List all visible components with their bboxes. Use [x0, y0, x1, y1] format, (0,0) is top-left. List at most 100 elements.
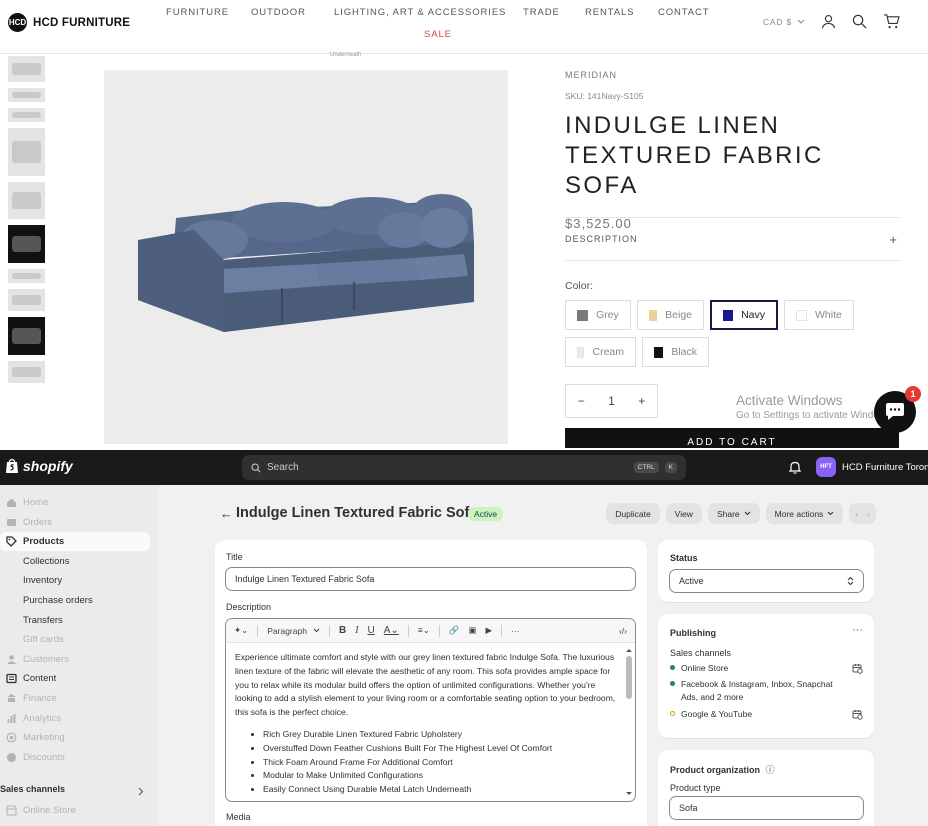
currency-selector[interactable]: CAD $ [763, 17, 805, 27]
sidebar-item-analytics[interactable]: Analytics [0, 709, 150, 728]
image-icon[interactable]: ▣ [469, 625, 477, 636]
sidebar-item-label: Customers [23, 653, 69, 665]
store-logo[interactable]: HCD HCD FURNITURE [8, 13, 130, 32]
store-switcher[interactable]: HFT HCD Furniture Toronto [816, 457, 928, 477]
notification-bell-icon[interactable] [789, 461, 801, 474]
back-arrow-icon[interactable]: ← [220, 506, 233, 521]
sidebar-item-content[interactable]: Content [0, 669, 150, 688]
status-select[interactable]: Active [669, 569, 864, 593]
qty-increase-button[interactable]: + [638, 394, 645, 408]
color-swatch-beige[interactable]: Beige [637, 300, 704, 330]
nav-sale[interactable]: SALE [424, 29, 452, 40]
chevron-right-icon[interactable] [138, 787, 144, 796]
nav-lighting[interactable]: LIGHTING, ART & ACCESSORIES [334, 7, 506, 18]
publishing-card: Publishing ··· Sales channels Online Sto… [658, 614, 874, 738]
duplicate-button[interactable]: Duplicate [606, 503, 660, 524]
sidebar-item-finance[interactable]: Finance [0, 689, 150, 708]
bold-icon[interactable]: B [339, 625, 346, 636]
search-icon[interactable] [852, 14, 867, 29]
text-color-icon[interactable]: A⌄ [384, 625, 399, 636]
qty-value[interactable]: 1 [608, 394, 615, 408]
sidebar-item-discounts[interactable]: Discounts [0, 748, 150, 767]
product-image[interactable] [104, 70, 508, 444]
thumbnail[interactable] [8, 128, 45, 176]
magic-icon[interactable]: ✦⌄ [234, 625, 248, 636]
page-header: ← Indulge Linen Textured Fabric Sofa Act… [220, 503, 876, 527]
thumbnail[interactable] [8, 225, 45, 263]
thumbnail[interactable] [8, 88, 45, 102]
sales-channels-label[interactable]: Sales channels [0, 784, 65, 794]
link-icon[interactable]: 🔗 [449, 625, 460, 636]
thumbnail[interactable] [8, 269, 45, 283]
sidebar-item-label: Discounts [23, 751, 65, 763]
nav-contact[interactable]: CONTACT [658, 7, 710, 18]
status-card: Status Active [658, 540, 874, 602]
product-type-input[interactable]: Sofa [669, 796, 864, 820]
product-vendor[interactable]: MERIDIAN [565, 70, 900, 80]
shopify-admin-window: shopify Search CTRL K HFT HCD Furniture … [0, 450, 928, 826]
scrollbar-thumb[interactable] [626, 656, 632, 699]
nav-rentals[interactable]: RENTALS [585, 7, 634, 18]
sidebar-item-inventory[interactable]: Inventory [0, 571, 150, 590]
color-swatch-white[interactable]: White [784, 300, 854, 330]
title-input[interactable]: Indulge Linen Textured Fabric Sofa [225, 567, 636, 591]
underline-icon[interactable]: U [368, 625, 375, 636]
sidebar-item-purchase-orders[interactable]: Purchase orders [0, 591, 150, 610]
view-button[interactable]: View [665, 503, 702, 524]
qty-decrease-button[interactable]: − [578, 394, 585, 408]
description-accordion[interactable]: DESCRIPTION + [565, 217, 900, 261]
more-icon[interactable]: ··· [852, 624, 863, 636]
description-paragraph: Experience ultimate comfort and style wi… [235, 652, 616, 718]
paragraph-select[interactable]: Paragraph [267, 626, 320, 636]
video-icon[interactable]: ▶ [486, 625, 493, 636]
more-actions-button[interactable]: More actions [765, 503, 844, 524]
share-button[interactable]: Share [707, 503, 760, 524]
code-view-icon[interactable]: ‹/› [619, 626, 627, 636]
info-icon[interactable]: ⓘ [766, 765, 775, 775]
chevron-right-icon[interactable]: › [867, 509, 870, 519]
sales-channel-row[interactable]: Facebook & Instagram, Inbox, Snapchat Ad… [670, 678, 840, 704]
align-icon[interactable]: ≡⌄ [418, 625, 430, 636]
chevron-left-icon[interactable]: ‹ [855, 509, 858, 519]
color-swatch-navy[interactable]: Navy [710, 300, 778, 330]
sidebar-item-products[interactable]: Products [0, 532, 150, 552]
sidebar-item-customers[interactable]: Customers [0, 650, 150, 669]
color-chip [577, 309, 588, 321]
sidebar-item-transfers[interactable]: Transfers [0, 611, 150, 630]
nav-trade[interactable]: TRADE [523, 7, 560, 18]
thumbnail[interactable] [8, 108, 45, 122]
channel-name: Facebook & Instagram, Inbox, Snapchat Ad… [681, 679, 833, 702]
nav-furniture[interactable]: FURNITURE [166, 7, 229, 18]
nav-outdoor[interactable]: OUTDOOR [251, 7, 306, 18]
sidebar-item-home[interactable]: Home [0, 493, 150, 512]
account-icon[interactable] [821, 14, 836, 29]
content-icon [6, 673, 17, 684]
thumbnail[interactable] [8, 182, 45, 219]
thumbnail[interactable] [8, 361, 45, 383]
italic-icon[interactable]: I [355, 625, 358, 636]
color-swatch-black[interactable]: Black [642, 337, 709, 367]
sales-channel-row[interactable]: Online Store [670, 662, 840, 675]
logo-mark: HCD [8, 13, 27, 32]
sales-channel-row[interactable]: Google & YouTube [670, 708, 840, 721]
sidebar-item-gift-cards[interactable]: Gift cards [0, 630, 150, 649]
schedule-icon[interactable] [852, 707, 863, 725]
editor-scrollbar[interactable] [625, 647, 633, 797]
cart-icon[interactable] [883, 14, 900, 29]
schedule-icon[interactable] [852, 661, 863, 679]
sidebar-item-online-store[interactable]: Online Store [0, 801, 150, 820]
sidebar-item-marketing[interactable]: Marketing [0, 728, 150, 747]
color-swatch-cream[interactable]: Cream [565, 337, 636, 367]
shopify-logo[interactable]: shopify [5, 458, 73, 474]
admin-search[interactable]: Search CTRL K [242, 455, 686, 480]
sidebar-item-orders[interactable]: Orders [0, 513, 150, 532]
editor-content[interactable]: Experience ultimate comfort and style wi… [226, 643, 635, 797]
thumbnail[interactable] [8, 317, 45, 355]
thumbnail[interactable] [8, 56, 45, 82]
more-formatting-icon[interactable]: ··· [511, 626, 520, 636]
color-swatch-grey[interactable]: Grey [565, 300, 631, 330]
channel-status-dot [670, 711, 675, 716]
add-to-cart-button[interactable]: ADD TO CART [565, 428, 899, 448]
thumbnail[interactable] [8, 289, 45, 311]
sidebar-item-collections[interactable]: Collections [0, 552, 150, 571]
